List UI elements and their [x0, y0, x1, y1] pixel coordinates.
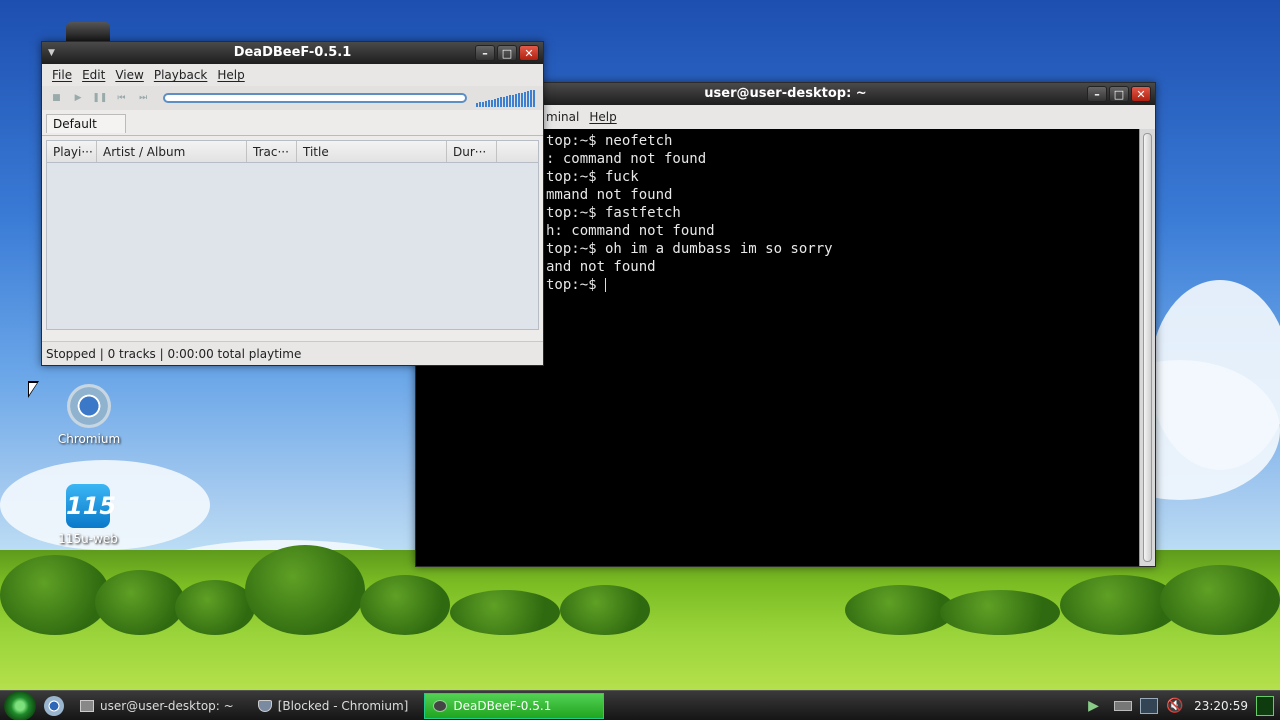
task-label: [Blocked - Chromium]: [277, 698, 409, 713]
maximize-button[interactable]: □: [1109, 86, 1129, 102]
menu-terminal[interactable]: minal: [546, 110, 579, 124]
terminal-icon: [80, 699, 94, 712]
play-icon[interactable]: ▶: [70, 90, 87, 106]
pause-icon[interactable]: ❚❚: [91, 90, 108, 106]
volume-muted-icon[interactable]: 🔇: [1166, 698, 1184, 714]
minimize-button[interactable]: –: [475, 45, 495, 61]
task-label: user@user-desktop: ~: [100, 698, 234, 713]
task-label: DeaDBeeF-0.5.1: [453, 698, 552, 713]
taskbar: user@user-desktop: ~ [Blocked - Chromium…: [0, 690, 1280, 720]
playback-toolbar: ■ ▶ ❚❚ ⏮ ⏭: [42, 86, 543, 110]
volume-step: [509, 95, 512, 107]
menu-edit[interactable]: Edit: [82, 68, 105, 82]
close-button[interactable]: ✕: [519, 45, 539, 61]
desktop-icon-label: Chromium: [57, 432, 121, 446]
playlist[interactable]: Playi··· Artist / Album Trac··· Title Du…: [46, 140, 539, 330]
playlist-tabs: Default: [42, 110, 543, 136]
column-artist-album[interactable]: Artist / Album: [97, 141, 247, 162]
volume-step: [512, 94, 515, 107]
task-deadbeef[interactable]: DeaDBeeF-0.5.1: [424, 692, 605, 719]
shield-icon: [257, 699, 272, 712]
maximize-button[interactable]: □: [497, 45, 517, 61]
seek-bar[interactable]: [162, 93, 468, 103]
volume-step: [527, 91, 530, 107]
prev-icon[interactable]: ⏮: [113, 90, 130, 106]
close-button[interactable]: ✕: [1131, 86, 1151, 102]
network-icon[interactable]: [1140, 697, 1159, 714]
tab-default[interactable]: Default: [46, 114, 126, 133]
volume-step: [497, 98, 500, 107]
minimize-button[interactable]: –: [1087, 86, 1107, 102]
volume-bar[interactable]: [476, 89, 543, 107]
volume-step: [515, 93, 518, 107]
menu-playback[interactable]: Playback: [154, 68, 208, 82]
volume-step: [521, 92, 524, 107]
volume-step: [500, 97, 503, 107]
window-title: DeaDBeeF-0.5.1: [233, 45, 352, 60]
window-title: user@user-desktop: ~: [704, 86, 867, 101]
volume-step: [494, 98, 497, 107]
deadbeef-window[interactable]: ▼ DeaDBeeF-0.5.1 – □ ✕ File Edit View Pl…: [41, 41, 544, 366]
terminal-scrollbar[interactable]: [1139, 129, 1155, 566]
scrollbar-thumb[interactable]: [1143, 133, 1152, 562]
window-menu-icon[interactable]: ▼: [48, 42, 55, 64]
column-track[interactable]: Trac···: [247, 141, 297, 162]
next-icon[interactable]: ⏭: [135, 90, 152, 106]
start-menu-button[interactable]: [4, 690, 36, 720]
clock[interactable]: 23:20:59: [1194, 699, 1248, 713]
media-player-tray-icon[interactable]: ▶: [1088, 698, 1106, 714]
volume-step: [476, 103, 479, 107]
desktop-icon-115u-web[interactable]: 115 115u-web: [43, 484, 133, 546]
volume-step: [485, 100, 488, 107]
terminal-prompt: top:~$: [546, 277, 606, 293]
chromium-icon: [67, 384, 111, 428]
volume-step: [518, 93, 521, 107]
system-tray: ▶ 🔇 23:20:59: [1088, 695, 1280, 716]
menu-file[interactable]: File: [52, 68, 72, 82]
show-desktop-button[interactable]: [1256, 695, 1274, 716]
mouse-cursor: [28, 381, 39, 398]
desktop-icon-label: 115u-web: [58, 532, 118, 546]
status-bar: Stopped | 0 tracks | 0:00:00 total playt…: [42, 341, 543, 365]
stop-icon[interactable]: ■: [48, 90, 65, 106]
volume-step: [503, 96, 506, 107]
volume-step: [488, 100, 491, 107]
chromium-launcher-icon[interactable]: [44, 695, 64, 716]
menu-help[interactable]: Help: [589, 110, 616, 124]
volume-step: [491, 99, 494, 107]
volume-step: [482, 101, 485, 107]
115-icon: 115: [66, 484, 116, 528]
deadbeef-icon: [433, 699, 448, 712]
playlist-header: Playi··· Artist / Album Trac··· Title Du…: [47, 141, 538, 163]
column-duration[interactable]: Dur···: [447, 141, 497, 162]
menu-view[interactable]: View: [115, 68, 143, 82]
text-cursor: [605, 278, 607, 292]
keyboard-icon[interactable]: [1114, 700, 1133, 711]
column-title[interactable]: Title: [297, 141, 447, 162]
volume-step: [533, 89, 536, 107]
volume-step: [524, 91, 527, 107]
volume-step: [506, 96, 509, 107]
desktop-icon-chromium[interactable]: Chromium: [44, 384, 134, 446]
menu-help[interactable]: Help: [217, 68, 244, 82]
task-terminal[interactable]: user@user-desktop: ~: [72, 693, 242, 719]
task-chromium[interactable]: [Blocked - Chromium]: [250, 693, 417, 719]
column-playing[interactable]: Playi···: [47, 141, 97, 162]
volume-step: [479, 102, 482, 107]
deadbeef-titlebar[interactable]: ▼ DeaDBeeF-0.5.1 – □ ✕: [42, 42, 543, 64]
deadbeef-menubar: File Edit View Playback Help: [42, 64, 543, 86]
volume-step: [530, 90, 533, 107]
